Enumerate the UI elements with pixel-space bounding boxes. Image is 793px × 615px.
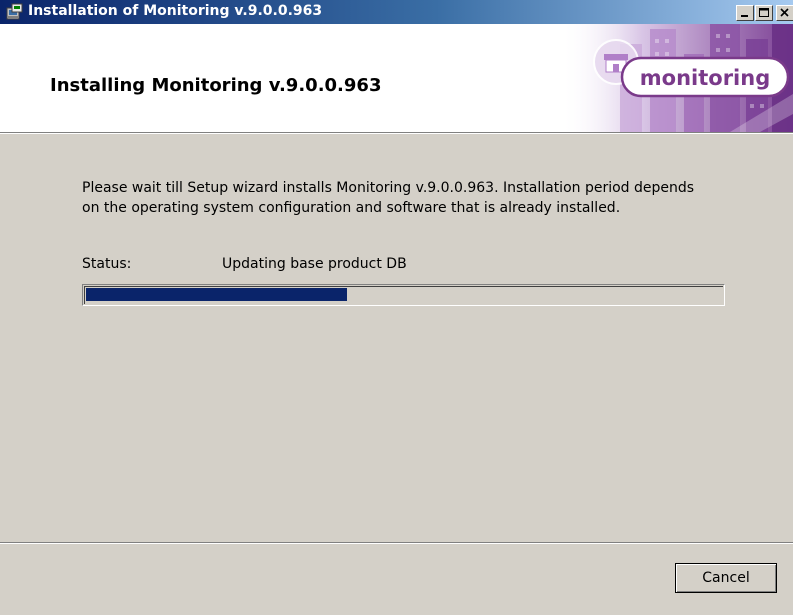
maximize-icon — [759, 8, 769, 17]
installer-icon — [6, 3, 24, 21]
minimize-icon — [741, 15, 748, 17]
progress-bar — [82, 284, 725, 306]
minimize-button[interactable] — [736, 5, 754, 21]
status-value: Updating base product DB — [222, 256, 407, 272]
footer-divider-highlight — [0, 543, 793, 544]
page-title: Installing Monitoring v.9.0.0.963 — [50, 75, 382, 96]
maximize-button[interactable] — [755, 5, 773, 21]
header-divider-highlight — [0, 133, 793, 134]
header-banner: Installing Monitoring v.9.0.0.963 monito… — [0, 24, 793, 132]
cancel-button[interactable]: Cancel — [675, 563, 777, 593]
progress-fill — [86, 288, 347, 301]
logo-text: monitoring — [640, 66, 770, 90]
banner-artwork: monitoring — [560, 24, 793, 132]
close-button[interactable] — [776, 5, 793, 21]
installer-window: Installation of Monitoring v.9.0.0.963 I… — [0, 0, 793, 615]
window-title: Installation of Monitoring v.9.0.0.963 — [28, 3, 323, 19]
title-bar[interactable]: Installation of Monitoring v.9.0.0.963 — [0, 0, 793, 24]
close-icon — [780, 8, 789, 17]
description-text: Please wait till Setup wizard installs M… — [82, 180, 695, 216]
status-label: Status: — [82, 256, 132, 272]
